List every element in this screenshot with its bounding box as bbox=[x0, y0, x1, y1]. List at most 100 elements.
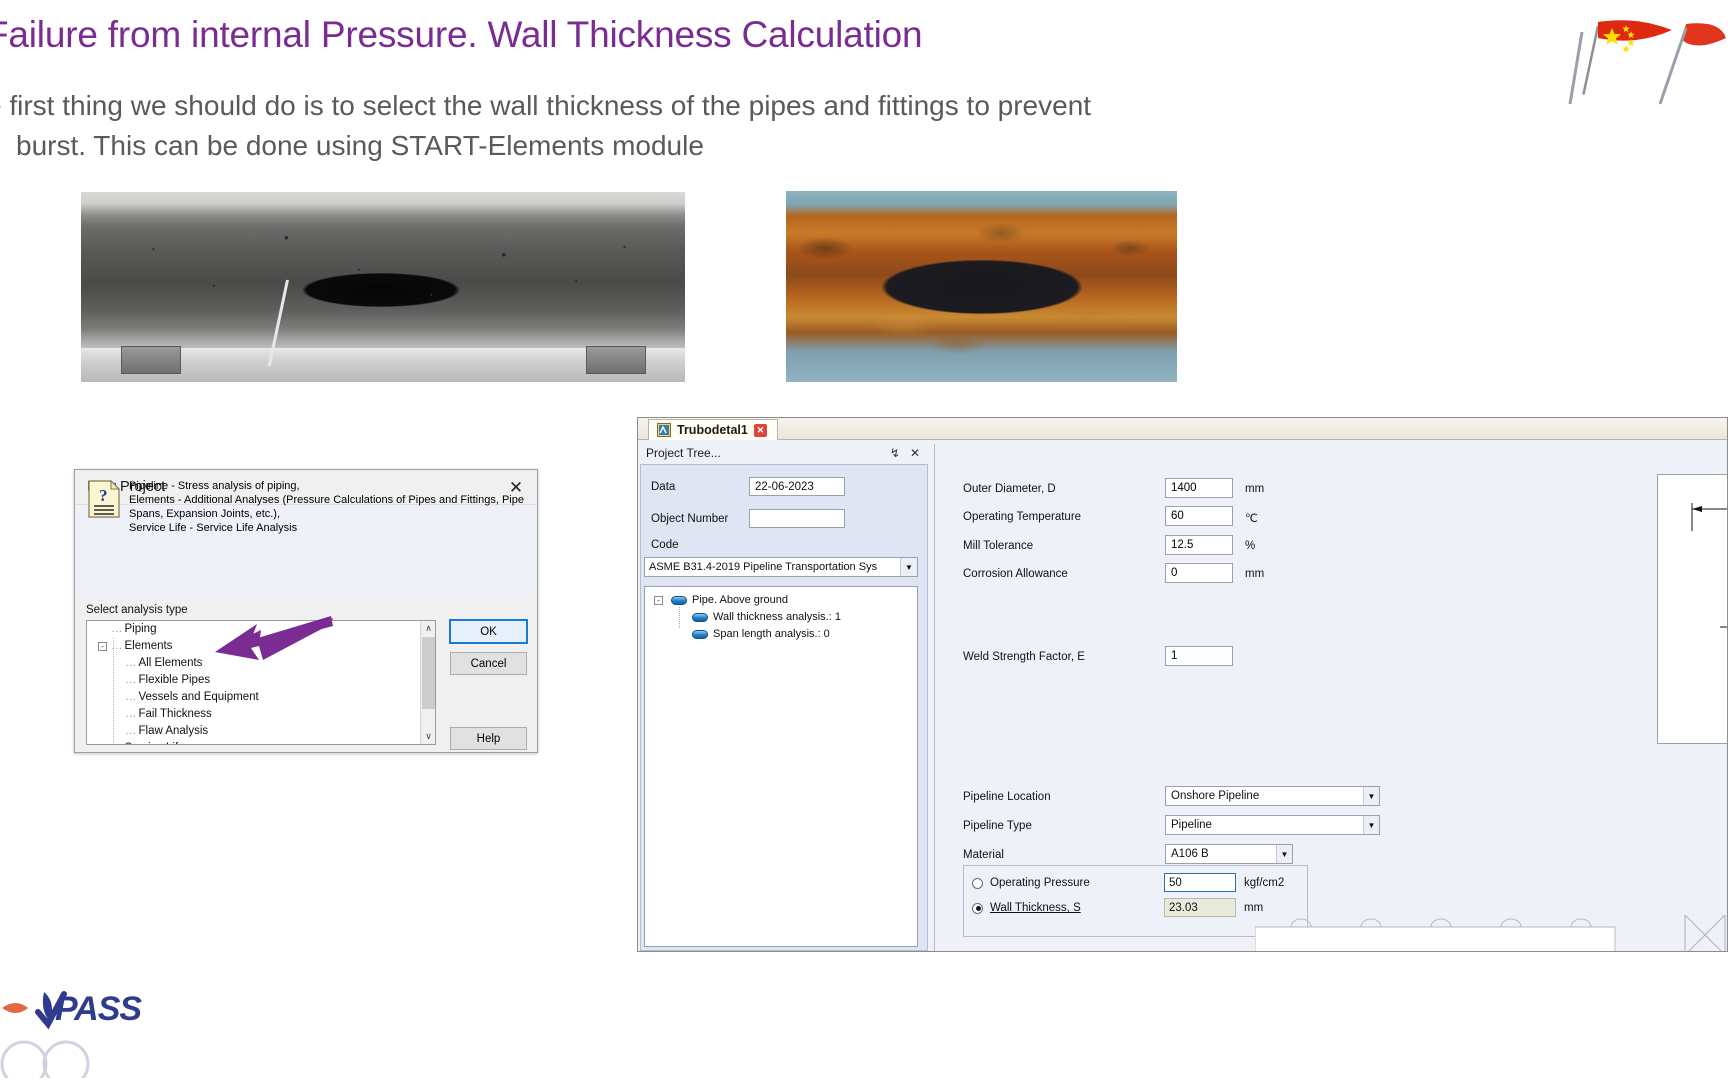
china-flags-icon bbox=[1568, 14, 1728, 106]
corrosion-allowance-label: Corrosion Allowance bbox=[963, 568, 1068, 580]
material-select[interactable]: A106 B ▼ bbox=[1165, 844, 1293, 864]
dialog-description: Pipeline - Stress analysis of piping, El… bbox=[129, 479, 527, 535]
field-row-data: Data 22-06-2023 bbox=[641, 473, 927, 504]
pipe-icon bbox=[671, 595, 687, 605]
operating-temperature-input[interactable]: 60 bbox=[1165, 506, 1233, 526]
chevron-down-icon[interactable]: ▼ bbox=[1276, 845, 1292, 863]
tree-dash: … bbox=[125, 725, 137, 737]
mill-tolerance-input[interactable]: 12.5 bbox=[1165, 535, 1233, 555]
chevron-down-icon[interactable]: ▼ bbox=[1363, 816, 1379, 834]
project-tree[interactable]: - Pipe. Above ground Wall thickness anal… bbox=[644, 586, 918, 947]
tree-item-label: Fail Thickness bbox=[138, 708, 212, 720]
operating-pressure-label: Operating Pressure bbox=[990, 877, 1090, 889]
mill-tolerance-label: Mill Tolerance bbox=[963, 540, 1034, 552]
cancel-button[interactable]: Cancel bbox=[450, 652, 527, 675]
data-input[interactable]: 22-06-2023 bbox=[749, 477, 845, 496]
tree-dash: … bbox=[111, 742, 123, 744]
tree-item-service-life[interactable]: …Service Life bbox=[87, 740, 435, 744]
collapse-icon[interactable]: - bbox=[654, 596, 663, 605]
collapse-icon[interactable]: - bbox=[98, 642, 107, 651]
wall-thickness-unit: mm bbox=[1244, 902, 1264, 914]
tree-item-label: Vessels and Equipment bbox=[138, 691, 259, 703]
corrosion-allowance-unit: mm bbox=[1245, 568, 1265, 580]
photo-support-block bbox=[586, 346, 646, 374]
operating-pressure-option[interactable]: Operating Pressure bbox=[972, 872, 1090, 894]
tree-node-span-length-analysis[interactable]: Span length analysis.: 0 bbox=[645, 626, 917, 643]
pipeline-type-value: Pipeline bbox=[1171, 819, 1212, 831]
field-row-object-number: Object Number bbox=[641, 505, 927, 536]
corrosion-allowance-input[interactable]: 0 bbox=[1165, 563, 1233, 583]
panel-title: Project Tree... bbox=[646, 445, 721, 460]
purple-arrow-annotation bbox=[193, 612, 333, 672]
pipeline-location-select[interactable]: Onshore Pipeline ▼ bbox=[1165, 786, 1380, 806]
pipeline-location-label: Pipeline Location bbox=[963, 791, 1051, 803]
tree-item-label: Elements bbox=[124, 640, 173, 652]
pipeline-type-label: Pipeline Type bbox=[963, 820, 1032, 832]
pipeline-location-value: Onshore Pipeline bbox=[1171, 790, 1260, 802]
tree-dash: … bbox=[125, 674, 137, 686]
select-analysis-type-label: Select analysis type bbox=[86, 604, 188, 616]
weld-strength-factor-label: Weld Strength Factor, E bbox=[963, 651, 1085, 663]
code-select[interactable]: ASME B31.4-2019 Pipeline Transportation … bbox=[644, 557, 918, 577]
operating-pressure-unit: kgf/cm2 bbox=[1244, 877, 1285, 889]
scroll-up-icon[interactable]: ∧ bbox=[421, 621, 435, 636]
page-title: Failure from internal Pressure. Wall Thi… bbox=[0, 14, 923, 55]
svg-text:?: ? bbox=[99, 486, 108, 505]
object-number-label: Object Number bbox=[651, 513, 729, 525]
pipe-strip-graphic bbox=[1254, 914, 1727, 951]
wall-thickness-output: 23.03 bbox=[1164, 898, 1236, 917]
tab-trubodetal1[interactable]: Trubodetal1 ✕ bbox=[648, 419, 778, 440]
tree-item-flaw-analysis[interactable]: … Flaw Analysis bbox=[87, 723, 435, 740]
photo-rust-texture bbox=[786, 191, 1177, 382]
tree-scrollbar[interactable]: ∧ ∨ bbox=[420, 621, 435, 744]
tree-item-label: Flexible Pipes bbox=[138, 674, 211, 686]
ok-button[interactable]: OK bbox=[449, 619, 528, 644]
outer-diameter-unit: mm bbox=[1245, 483, 1265, 495]
code-label: Code bbox=[651, 539, 679, 551]
tree-item-fail-thickness[interactable]: … Fail Thickness bbox=[87, 706, 435, 723]
pipe-cross-section-diagram: D S P bbox=[1657, 474, 1727, 744]
tree-node-pipe-above-ground[interactable]: - Pipe. Above ground bbox=[645, 592, 917, 609]
tree-node-label: Span length analysis.: 0 bbox=[713, 628, 830, 640]
tree-node-wall-thickness-analysis[interactable]: Wall thickness analysis.: 1 bbox=[645, 609, 917, 626]
help-button[interactable]: Help bbox=[450, 727, 527, 750]
scroll-down-icon[interactable]: ∨ bbox=[421, 729, 435, 744]
parameters-panel[interactable]: Outer Diameter, D 1400 mm Operating Temp… bbox=[934, 444, 1727, 951]
chevron-down-icon[interactable]: ▼ bbox=[900, 558, 917, 576]
mill-tolerance-unit: % bbox=[1245, 540, 1256, 552]
panel-close-icon[interactable]: ✕ bbox=[910, 446, 920, 460]
scrollbar-thumb[interactable] bbox=[422, 637, 435, 709]
burst-pipe-bw-photo bbox=[81, 192, 685, 382]
outer-diameter-label: Outer Diameter, D bbox=[963, 483, 1056, 495]
trubodetal-application-window[interactable]: Trubodetal1 ✕ Project Tree... ↯ ✕ Data 2… bbox=[637, 417, 1728, 952]
radio-icon[interactable] bbox=[972, 902, 983, 914]
wall-thickness-option[interactable]: Wall Thickness, S bbox=[972, 897, 1081, 919]
pass-logo-text: PASS bbox=[55, 990, 142, 1028]
operating-pressure-input[interactable]: 50 bbox=[1164, 873, 1236, 892]
outer-diameter-input[interactable]: 1400 bbox=[1165, 478, 1233, 498]
project-tree-panel[interactable]: Data 22-06-2023 Object Number Code ASME … bbox=[640, 464, 928, 951]
tab-label: Trubodetal1 bbox=[677, 423, 748, 437]
description-line: Pipeline - Stress analysis of piping, bbox=[129, 480, 300, 492]
tree-item-label: Flaw Analysis bbox=[138, 725, 209, 737]
pipeline-type-select[interactable]: Pipeline ▼ bbox=[1165, 815, 1380, 835]
radio-icon[interactable] bbox=[972, 877, 983, 889]
tree-dash: … bbox=[125, 708, 137, 720]
new-project-dialog[interactable]: New Project ✕ ? Pipeline - Stress analys… bbox=[74, 469, 538, 753]
body-line-1: e first thing we should do is to select … bbox=[0, 90, 1092, 121]
document-tabstrip[interactable]: Trubodetal1 ✕ bbox=[638, 418, 1727, 440]
tree-dash: … bbox=[111, 623, 123, 635]
tree-item-vessels-and-equipment[interactable]: … Vessels and Equipment bbox=[87, 689, 435, 706]
material-label: Material bbox=[963, 849, 1004, 861]
material-value: A106 B bbox=[1171, 848, 1209, 860]
tree-item-flexible-pipes[interactable]: … Flexible Pipes bbox=[87, 672, 435, 689]
object-number-input[interactable] bbox=[749, 509, 845, 528]
weld-strength-factor-input[interactable]: 1 bbox=[1165, 646, 1233, 666]
document-icon bbox=[657, 423, 671, 437]
tab-close-icon[interactable]: ✕ bbox=[753, 423, 767, 437]
description-line: Spans, Expansion Joints, etc.), bbox=[129, 508, 281, 521]
description-line: Elements - Additional Analyses (Pressure… bbox=[129, 494, 524, 507]
pin-icon[interactable]: ↯ bbox=[890, 446, 900, 460]
chevron-down-icon[interactable]: ▼ bbox=[1363, 787, 1379, 805]
tree-dash: … bbox=[111, 640, 123, 652]
